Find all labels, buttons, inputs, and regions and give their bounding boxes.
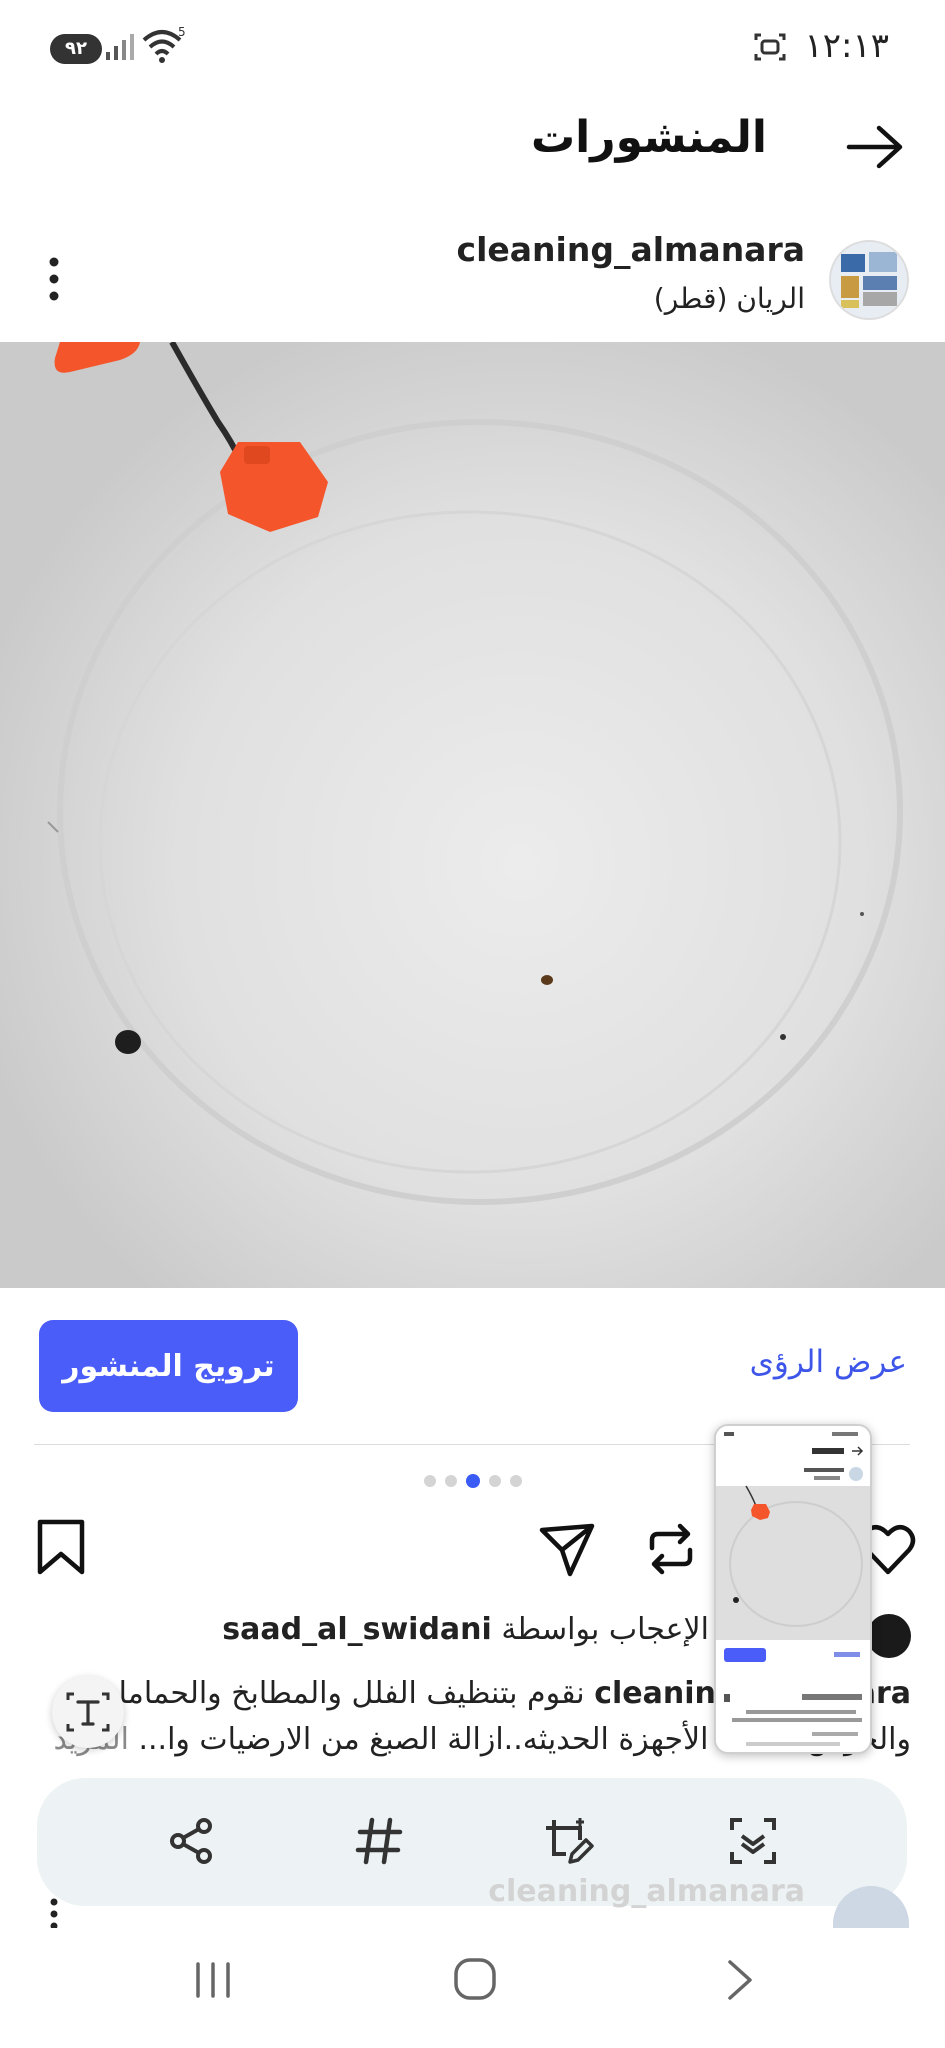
post-image[interactable]	[0, 342, 945, 1288]
signal-icon	[106, 34, 134, 60]
view-insights-link[interactable]: عرض الرؤى	[750, 1344, 907, 1380]
carousel-dot	[510, 1475, 522, 1487]
crop-edit-icon[interactable]	[540, 1814, 594, 1868]
scan-icon[interactable]	[726, 1814, 780, 1868]
back-arrow-icon[interactable]	[843, 122, 907, 172]
status-time: ١٢:١٣	[804, 26, 889, 66]
water-tank-photo	[0, 342, 945, 1288]
carousel-dot	[424, 1475, 436, 1487]
caption-text: نقوم بتنظيف الفلل والمطابخ والحمامات	[90, 1676, 595, 1711]
carousel-dot	[445, 1475, 457, 1487]
likes-prefix: الإعجاب بواسطة	[491, 1612, 709, 1647]
screenshot-thumbnail[interactable]	[714, 1424, 872, 1754]
page-title: المنشورات	[530, 112, 767, 163]
screenshot-preview-image	[716, 1426, 870, 1752]
carousel-indicator	[424, 1474, 522, 1488]
text-extract-icon	[66, 1692, 110, 1732]
more-vertical-icon[interactable]	[46, 1898, 62, 1930]
nav-back-icon[interactable]	[720, 1958, 760, 2002]
more-vertical-icon[interactable]	[44, 256, 64, 302]
battery-indicator: ٩٢	[50, 34, 102, 64]
hashtag-icon[interactable]	[352, 1814, 406, 1868]
post-location[interactable]: الريان (قطر)	[654, 282, 805, 315]
profile-avatar[interactable]	[829, 240, 909, 320]
next-post-username[interactable]: cleaning_almanara	[488, 1874, 805, 1909]
wifi-icon: 5	[142, 26, 186, 63]
svg-text:5: 5	[178, 26, 186, 39]
carousel-dot-active	[466, 1474, 480, 1488]
liker-avatar[interactable]	[867, 1614, 911, 1658]
share-icon[interactable]	[164, 1814, 218, 1868]
bookmark-icon[interactable]	[30, 1516, 92, 1578]
likes-text[interactable]: الإعجاب بواسطة saad_al_swidani	[222, 1612, 709, 1647]
liker-username[interactable]: saad_al_swidani	[222, 1612, 492, 1647]
carousel-dot	[489, 1475, 501, 1487]
avatar-collage-image	[831, 242, 907, 318]
home-icon[interactable]	[452, 1956, 498, 2002]
text-extract-button[interactable]	[52, 1676, 124, 1748]
repost-icon[interactable]	[640, 1518, 702, 1580]
promote-post-button[interactable]: ترويج المنشور	[39, 1320, 298, 1412]
send-icon[interactable]	[536, 1518, 598, 1580]
screen-record-icon	[754, 33, 786, 61]
recent-apps-icon[interactable]	[190, 1960, 236, 2000]
post-username[interactable]: cleaning_almanara	[457, 230, 805, 269]
